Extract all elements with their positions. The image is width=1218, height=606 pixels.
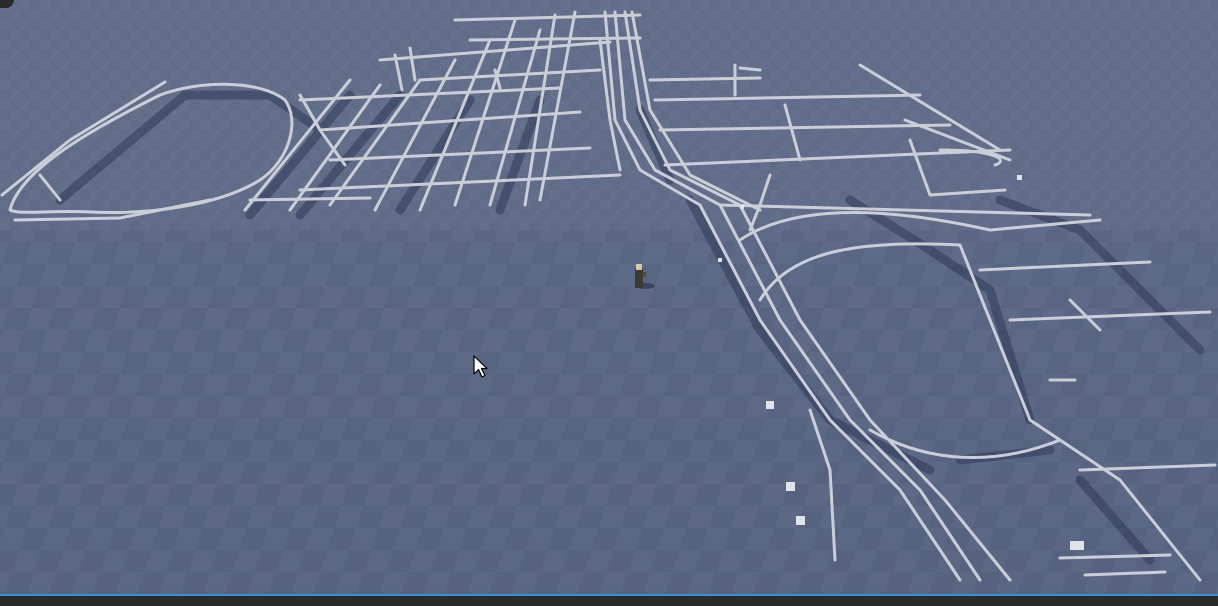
game-viewport[interactable] [0,0,1218,596]
bottom-status-strip [0,594,1218,606]
3d-scene[interactable] [0,0,1218,596]
bottom-accent-line [0,594,1218,596]
